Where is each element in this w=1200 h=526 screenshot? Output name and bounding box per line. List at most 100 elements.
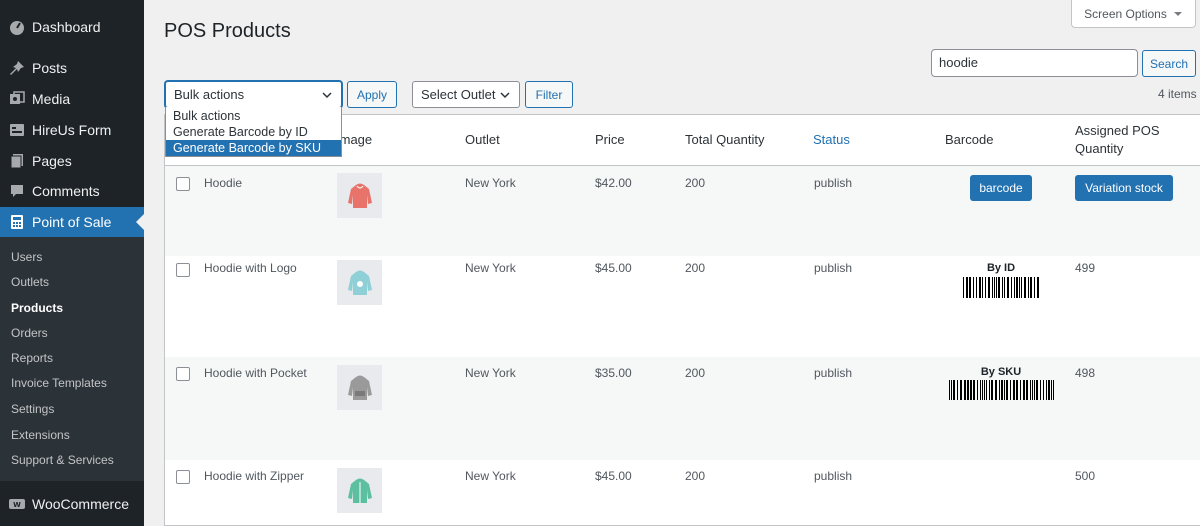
submenu-extensions[interactable]: Extensions [11,428,70,442]
row-checkbox[interactable] [176,470,190,484]
dropdown-option-barcode-by-sku[interactable]: Generate Barcode by SKU [166,140,341,156]
barcode-label: By SKU [980,366,1022,378]
variation-stock-button[interactable]: Variation stock [1075,175,1173,201]
table-row: Hoodie with Zipper New York $45.00 200 p… [165,460,1200,526]
search-button[interactable]: Search [1142,50,1196,77]
chevron-down-icon [500,92,510,99]
header-barcode: Barcode [945,132,994,147]
header-total-quantity: Total Quantity [685,132,765,147]
status-value: publish [814,469,853,483]
menu-label: HireUs Form [32,122,112,138]
dashboard-icon [9,19,25,35]
caret-down-icon [1173,11,1182,16]
menu-posts[interactable]: Posts [0,53,144,83]
menu-label: Dashboard [32,19,101,35]
menu-woocommerce[interactable]: W WooCommerce [0,489,144,519]
row-checkbox[interactable] [176,367,190,381]
product-name[interactable]: Hoodie [204,176,242,190]
menu-dashboard[interactable]: Dashboard [0,12,144,42]
status-value: publish [814,261,853,275]
product-thumbnail[interactable] [337,468,382,513]
barcode-label: By ID [986,262,1016,274]
comment-icon [9,183,25,199]
menu-label: Point of Sale [32,214,112,230]
submenu-orders[interactable]: Orders [11,326,48,340]
submenu-settings[interactable]: Settings [11,402,54,416]
submenu-support-services[interactable]: Support & Services [11,453,114,467]
product-name[interactable]: Hoodie with Zipper [204,469,304,483]
hoodie-icon [347,183,372,208]
menu-label: Posts [32,60,68,76]
product-name[interactable]: Hoodie with Logo [204,261,297,275]
products-table: Image Outlet Price Total Quantity Status… [164,114,1200,526]
submenu-invoice-templates[interactable]: Invoice Templates [11,376,107,390]
calculator-icon [9,214,25,230]
header-outlet: Outlet [465,132,500,147]
quantity-value: 200 [685,366,706,380]
pages-icon [9,153,25,169]
table-row: Hoodie with Logo New York $45.00 200 pub… [165,256,1200,357]
assigned-quantity-value: 498 [1075,366,1096,380]
menu-media[interactable]: Media [0,84,144,114]
submenu-reports[interactable]: Reports [11,351,53,365]
table-row: Hoodie with Pocket New York $35.00 200 p… [165,357,1200,460]
outlet-value: New York [465,366,516,380]
product-thumbnail[interactable] [337,260,382,305]
chevron-down-icon [322,92,332,99]
menu-point-of-sale[interactable]: Point of Sale [0,207,144,237]
quantity-value: 200 [685,261,706,275]
menu-label: WooCommerce [32,496,129,512]
menu-comments[interactable]: Comments [0,176,144,206]
menu-label: Media [32,91,71,107]
screen-options-label: Screen Options [1084,6,1167,21]
outlet-value: New York [465,261,516,275]
select-outlet-value: Select Outlet [421,87,496,102]
price-value: $45.00 [595,469,632,483]
price-value: $45.00 [595,261,632,275]
submenu-outlets[interactable]: Outlets [11,275,49,289]
barcode-button[interactable]: barcode [970,175,1032,201]
dropdown-option-barcode-by-id[interactable]: Generate Barcode by ID [166,124,341,140]
price-value: $42.00 [595,176,632,190]
product-name[interactable]: Hoodie with Pocket [204,366,307,380]
submenu-users[interactable]: Users [11,250,42,264]
price-value: $35.00 [595,366,632,380]
search-input[interactable]: hoodie [931,49,1138,77]
row-checkbox[interactable] [176,177,190,191]
quantity-value: 200 [685,176,706,190]
admin-sidebar: Dashboard Posts Media HireUs Form Pages … [0,0,144,526]
product-thumbnail[interactable] [337,173,382,218]
apply-button[interactable]: Apply [347,81,397,108]
barcode-image [949,380,1054,400]
menu-label: Comments [32,183,100,199]
status-value: publish [814,366,853,380]
status-value: publish [814,176,853,190]
product-thumbnail[interactable] [337,365,382,410]
header-status[interactable]: Status [813,131,850,149]
menu-label: Pages [32,153,72,169]
menu-hireus-form[interactable]: HireUs Form [0,115,144,145]
table-row: Hoodie New York $42.00 200 publish barco… [165,166,1200,256]
menu-pages[interactable]: Pages [0,146,144,176]
assigned-quantity-value: 499 [1075,261,1096,275]
hoodie-icon [347,375,372,400]
outlet-value: New York [465,176,516,190]
screen-options-button[interactable]: Screen Options [1071,0,1196,28]
select-outlet-select[interactable]: Select Outlet [412,81,520,108]
barcode-image [963,277,1039,298]
media-icon [9,91,25,107]
assigned-quantity-value: 500 [1075,469,1096,483]
bulk-actions-dropdown: Bulk actions Generate Barcode by ID Gene… [165,107,342,157]
hoodie-icon [347,270,372,295]
items-count: 4 items [1158,87,1197,101]
header-assigned-pos: Assigned POS [1075,123,1160,138]
bulk-actions-value: Bulk actions [174,87,245,102]
bulk-actions-select[interactable]: Bulk actions [165,81,342,108]
header-assigned-quantity: Quantity [1075,141,1124,156]
filter-button[interactable]: Filter [525,81,573,108]
dropdown-option-bulk-actions[interactable]: Bulk actions [166,108,341,124]
svg-text:W: W [13,501,21,509]
row-checkbox[interactable] [176,263,190,277]
woocommerce-icon: W [9,496,25,512]
submenu-products[interactable]: Products [11,301,63,315]
